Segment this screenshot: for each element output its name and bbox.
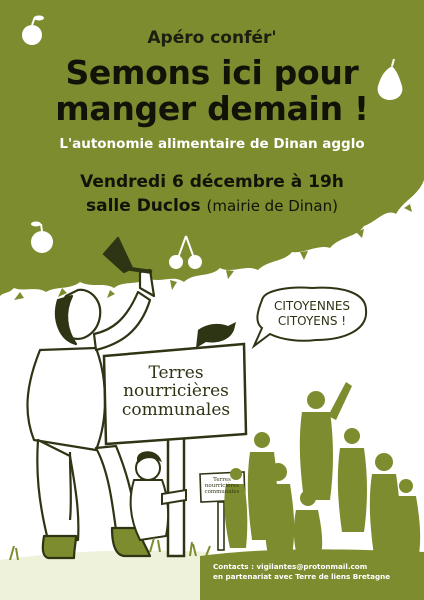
small-sign-line-3: communales: [204, 489, 240, 496]
event-type: Apéro confér': [147, 28, 277, 48]
footer: Contacts : vigilantes@protonmail.com en …: [213, 562, 418, 581]
bubble-line-1: CITOYENNES: [273, 299, 351, 313]
venue-detail: (mairie de Dinan): [206, 197, 338, 215]
title-line-2: manger demain !: [55, 89, 369, 128]
partner-line: en partenariat avec Terre de liens Breta…: [213, 571, 391, 581]
big-sign-line-2: nourricières: [123, 381, 229, 402]
speech-bubble-text: CITOYENNES CITOYENS !: [258, 299, 366, 329]
small-sign-text: Terres nourricières communales: [201, 477, 243, 495]
big-sign-line-1: Terres: [148, 363, 204, 383]
poster: Apéro confér' Semons ici pour manger dem…: [0, 0, 424, 600]
bubble-line-2: CITOYENS !: [277, 314, 347, 328]
event-date: Vendredi 6 décembre à 19h: [80, 172, 344, 192]
subtitle: L'autonomie alimentaire de Dinan agglo: [59, 136, 365, 152]
venue-name: salle Duclos: [86, 196, 201, 216]
big-sign-line-3: communales: [121, 399, 231, 420]
crowd-silhouettes: [224, 382, 421, 560]
contact-email[interactable]: Contacts : vigilantes@protonmail.com: [213, 562, 418, 572]
title-line-1: Semons ici pour: [65, 53, 359, 92]
big-sign-text: Terres nourricières communales: [110, 364, 242, 419]
event-venue: salle Duclos (mairie de Dinan): [0, 196, 424, 216]
